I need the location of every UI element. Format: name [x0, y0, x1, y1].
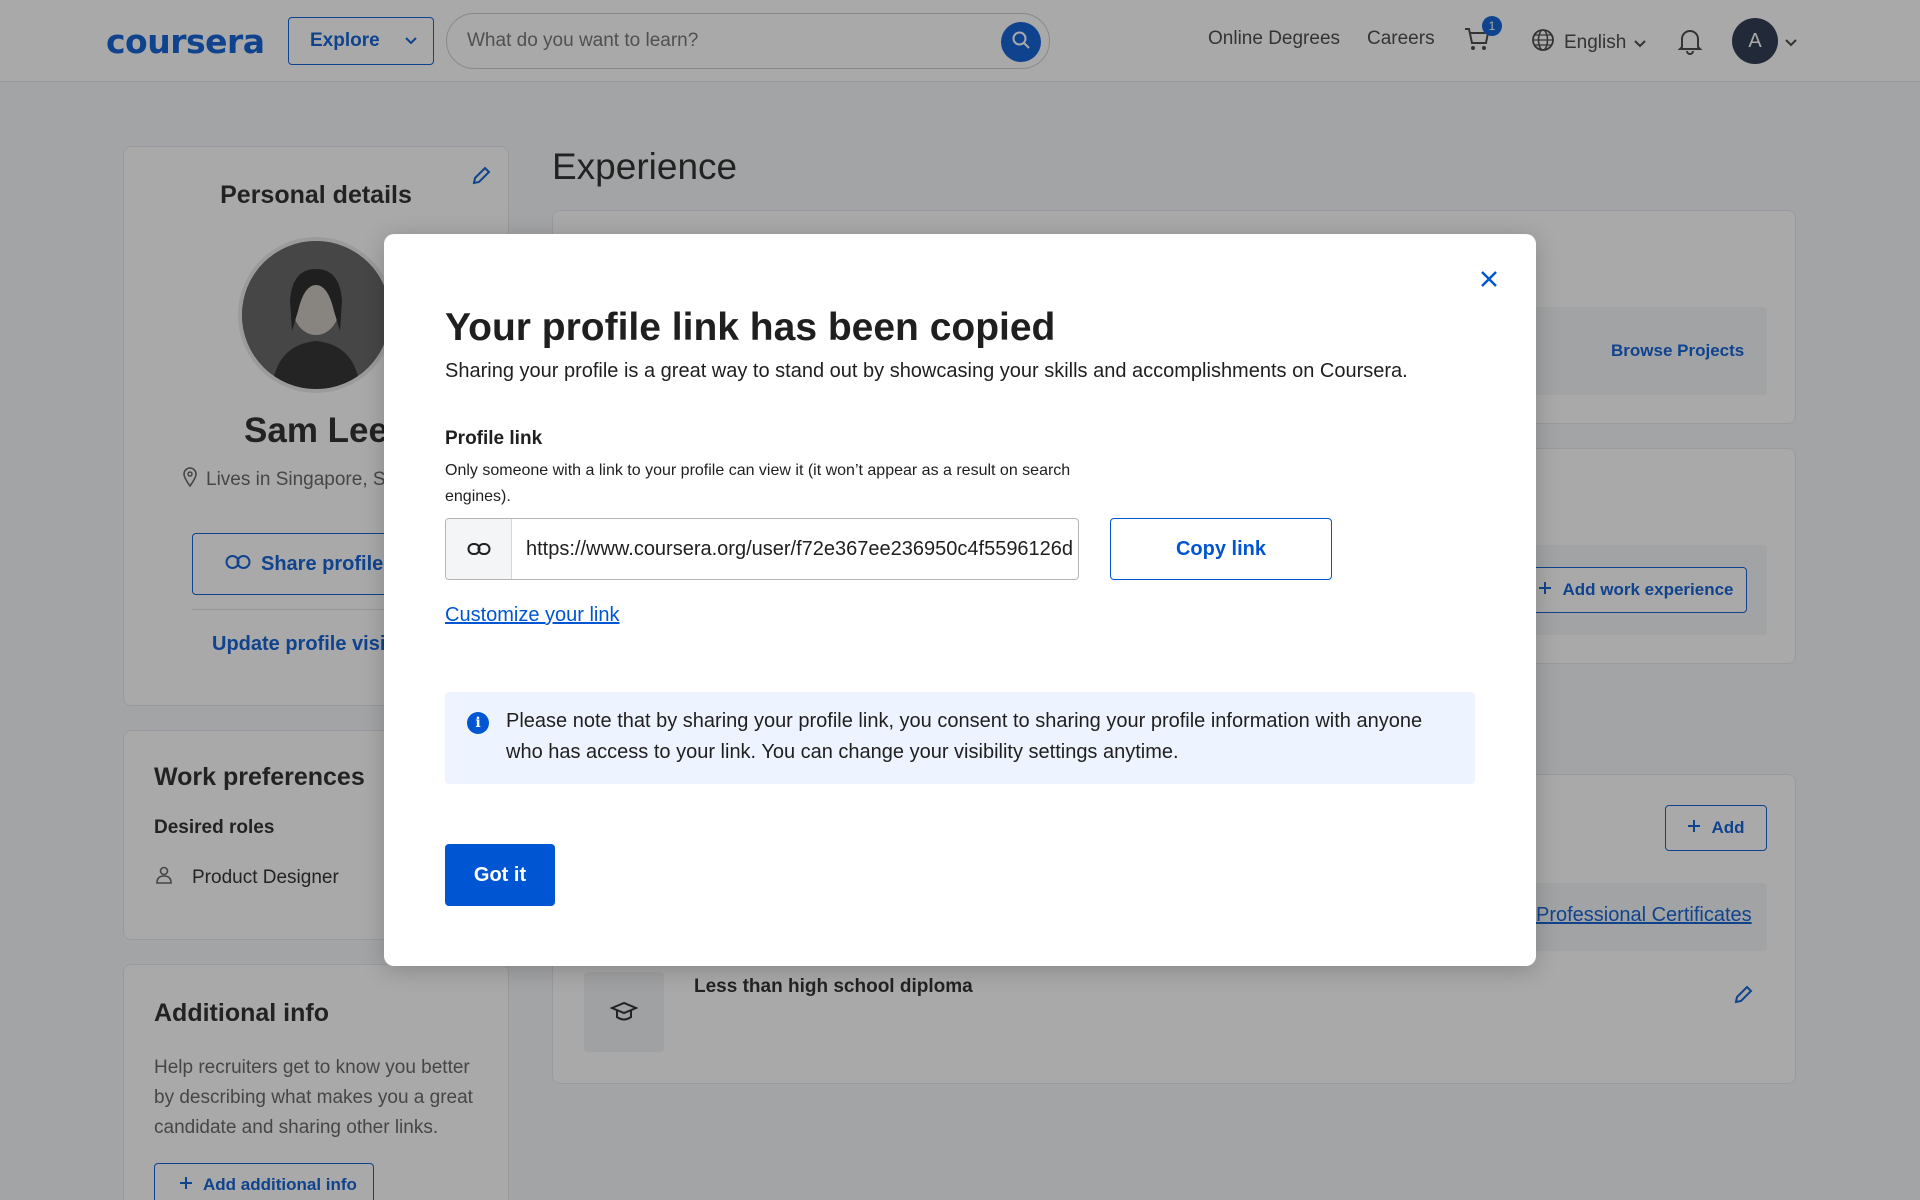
copy-link-button[interactable]: Copy link: [1110, 518, 1332, 580]
dialog-title: Your profile link has been copied: [445, 306, 1056, 349]
profile-link-field: [445, 518, 1079, 580]
consent-notice: i Please note that by sharing your profi…: [445, 692, 1475, 784]
link-icon: [446, 519, 512, 579]
info-icon: i: [467, 712, 489, 734]
profile-link-input[interactable]: [526, 534, 1072, 564]
profile-link-copied-dialog: Your profile link has been copied Sharin…: [384, 234, 1536, 966]
got-it-button[interactable]: Got it: [445, 844, 555, 906]
profile-link-label: Profile link: [445, 428, 543, 449]
customize-link[interactable]: Customize your link: [445, 604, 620, 627]
consent-notice-text: Please note that by sharing your profile…: [506, 710, 1423, 763]
dialog-subtitle: Sharing your profile is a great way to s…: [445, 360, 1408, 382]
profile-link-help: Only someone with a link to your profile…: [445, 462, 1071, 505]
close-icon[interactable]: [1474, 264, 1504, 294]
